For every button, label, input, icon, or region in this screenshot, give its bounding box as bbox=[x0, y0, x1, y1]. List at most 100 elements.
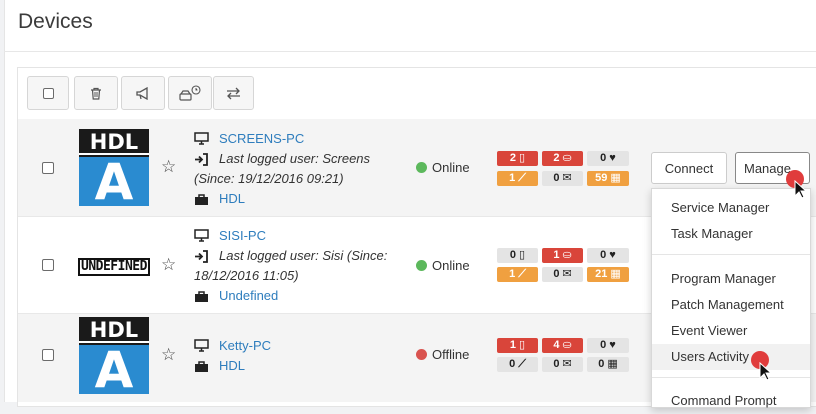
status-badge: Online bbox=[416, 258, 470, 273]
grid-icon: ▦ bbox=[610, 172, 621, 184]
computer-icon bbox=[194, 337, 209, 352]
printer-badge[interactable]: 2 ⛀ bbox=[542, 151, 583, 166]
heartbeat-icon: ♥ bbox=[609, 339, 616, 351]
device-logo: HDL A bbox=[79, 129, 149, 206]
apps-badge[interactable]: 59 ▦ bbox=[587, 171, 629, 186]
apps-badge[interactable]: 0 ▦ bbox=[587, 357, 629, 372]
drive-icon: ⛀ bbox=[562, 249, 572, 261]
last-logged-since: (Since: 19/12/2016 09:21) bbox=[194, 171, 344, 186]
menu-item-event-viewer[interactable]: Event Viewer bbox=[652, 318, 810, 344]
health-badge[interactable]: 0 ♥ bbox=[587, 248, 629, 263]
printer-badge[interactable]: 4 ⛀ bbox=[542, 338, 583, 353]
row-checkbox[interactable] bbox=[42, 349, 54, 361]
status-dot bbox=[416, 349, 427, 360]
cursor-icon bbox=[759, 362, 773, 381]
status-text: Offline bbox=[432, 347, 470, 362]
title-divider bbox=[4, 51, 816, 52]
row-checkbox[interactable] bbox=[42, 162, 54, 174]
scheduled-scan-button[interactable] bbox=[168, 76, 212, 110]
messages-badge[interactable]: 0 ✉ bbox=[542, 357, 583, 372]
device-name-link[interactable]: SCREENS-PC bbox=[219, 131, 304, 146]
connect-button[interactable]: Connect bbox=[651, 152, 727, 184]
computer-icon bbox=[194, 130, 209, 145]
status-dot bbox=[416, 162, 427, 173]
last-logged-user: Last logged user: Screens bbox=[219, 151, 371, 166]
menu-item-program-manager[interactable]: Program Manager bbox=[652, 266, 810, 292]
device-group-link[interactable]: Undefined bbox=[219, 288, 278, 303]
manage-dropdown-menu: Service Manager Task Manager Program Man… bbox=[651, 188, 811, 408]
grid-icon: ▦ bbox=[610, 268, 621, 280]
logo-text: HDL bbox=[79, 129, 149, 155]
menu-item-command-prompt[interactable]: Command Prompt bbox=[652, 388, 810, 414]
favorite-star-icon[interactable]: ☆ bbox=[161, 157, 176, 177]
envelope-icon: ✉ bbox=[562, 268, 572, 280]
briefcase-icon bbox=[194, 191, 209, 206]
menu-item-patch-management[interactable]: Patch Management bbox=[652, 292, 810, 318]
announce-button[interactable] bbox=[121, 76, 165, 110]
drive-icon: ⛀ bbox=[562, 152, 572, 164]
grid-icon: ▦ bbox=[607, 358, 618, 370]
last-logged-user: Last logged user: Sisi (Since: bbox=[219, 248, 388, 263]
status-text: Online bbox=[432, 160, 470, 175]
transfer-icon bbox=[227, 87, 240, 99]
printer-badge[interactable]: 1 ⛀ bbox=[542, 248, 583, 263]
menu-item-task-manager[interactable]: Task Manager bbox=[652, 221, 810, 247]
select-all-button[interactable] bbox=[27, 76, 69, 110]
device-name-link[interactable]: SISI-PC bbox=[219, 228, 266, 243]
page-title: Devices bbox=[18, 10, 93, 33]
briefcase-icon bbox=[194, 288, 209, 303]
last-logged-since: 18/12/2016 11:05) bbox=[194, 268, 299, 283]
heartbeat-icon: ♥ bbox=[609, 249, 616, 261]
trash-icon bbox=[91, 87, 101, 100]
checkbox-icon bbox=[42, 87, 54, 99]
performance-badge[interactable]: 0 ⟋ bbox=[497, 357, 538, 372]
logo-text: HDL bbox=[79, 317, 149, 343]
health-badge[interactable]: 0 ♥ bbox=[587, 151, 629, 166]
alerts-badge[interactable]: 0 ▯ bbox=[497, 248, 538, 263]
login-icon bbox=[194, 248, 208, 263]
device-name-link[interactable]: Ketty-PC bbox=[219, 338, 271, 353]
favorite-star-icon[interactable]: ☆ bbox=[161, 255, 176, 275]
messages-badge[interactable]: 0 ✉ bbox=[542, 171, 583, 186]
device-logo: UNDEFINED bbox=[78, 258, 150, 276]
chart-icon: ⟋ bbox=[518, 358, 526, 370]
menu-item-service-manager[interactable]: Service Manager bbox=[652, 195, 810, 221]
menu-divider bbox=[652, 254, 810, 255]
menu-divider bbox=[652, 377, 810, 378]
row-checkbox[interactable] bbox=[42, 259, 54, 271]
scan-clock-icon bbox=[179, 85, 201, 101]
status-dot bbox=[416, 260, 427, 271]
favorite-star-icon[interactable]: ☆ bbox=[161, 345, 176, 365]
heartbeat-icon: ♥ bbox=[609, 152, 616, 164]
chart-icon: ⟋ bbox=[518, 172, 526, 184]
health-badge[interactable]: 0 ♥ bbox=[587, 338, 629, 353]
apps-badge[interactable]: 21 ▦ bbox=[587, 267, 629, 282]
device-logo: HDL A bbox=[79, 317, 149, 394]
computer-icon bbox=[194, 227, 209, 242]
login-icon bbox=[194, 151, 208, 166]
messages-badge[interactable]: 0 ✉ bbox=[542, 267, 583, 282]
performance-badge[interactable]: 1 ⟋ bbox=[497, 171, 538, 186]
doc-icon: ▯ bbox=[519, 249, 526, 261]
performance-badge[interactable]: 1 ⟋ bbox=[497, 267, 538, 282]
menu-item-users-activity[interactable]: Users Activity bbox=[652, 344, 810, 370]
envelope-icon: ✉ bbox=[562, 358, 572, 370]
status-badge: Online bbox=[416, 160, 470, 175]
drive-icon: ⛀ bbox=[562, 339, 572, 351]
doc-icon: ▯ bbox=[519, 152, 526, 164]
transfer-button[interactable] bbox=[213, 76, 254, 110]
megaphone-icon bbox=[135, 86, 148, 100]
device-group-link[interactable]: HDL bbox=[219, 358, 245, 373]
status-text: Online bbox=[432, 258, 470, 273]
status-badge: Offline bbox=[416, 347, 469, 362]
manage-label: Manage bbox=[744, 160, 791, 176]
delete-button[interactable] bbox=[74, 76, 118, 110]
cursor-icon bbox=[794, 180, 808, 199]
envelope-icon: ✉ bbox=[562, 172, 572, 184]
alerts-badge[interactable]: 2 ▯ bbox=[497, 151, 538, 166]
chart-icon: ⟋ bbox=[518, 268, 526, 280]
alerts-badge[interactable]: 1 ▯ bbox=[497, 338, 538, 353]
device-group-link[interactable]: HDL bbox=[219, 191, 245, 206]
doc-icon: ▯ bbox=[519, 339, 526, 351]
briefcase-icon bbox=[194, 358, 209, 373]
